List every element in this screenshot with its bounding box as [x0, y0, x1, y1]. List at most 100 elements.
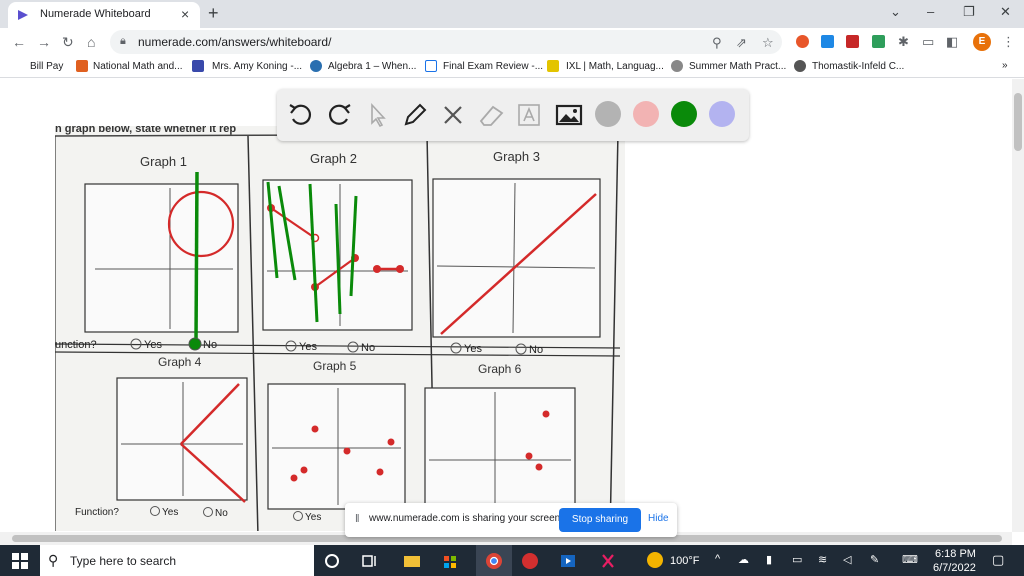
task-view-icon[interactable] [360, 551, 380, 571]
snipping-tool-icon[interactable] [598, 551, 618, 571]
forward-icon[interactable]: → [37, 34, 51, 50]
weather-sun-icon[interactable] [647, 552, 663, 568]
profile-avatar[interactable]: E [973, 33, 991, 51]
color-swatch-green[interactable] [671, 101, 697, 127]
redo-icon[interactable] [323, 99, 355, 131]
wifi-icon[interactable]: ≋ [818, 553, 827, 566]
temperature[interactable]: 100°F [670, 555, 699, 567]
bookmark-item[interactable]: Bill Pay [30, 61, 63, 72]
extension-red-icon[interactable] [796, 35, 809, 48]
minimize-window-icon[interactable]: – [927, 4, 934, 19]
extension-blue-icon[interactable] [821, 35, 834, 48]
vertical-scrollbar[interactable] [1012, 79, 1024, 532]
new-tab-button[interactable]: + [208, 3, 219, 24]
url-text[interactable]: numerade.com/answers/whiteboard/ [138, 35, 331, 49]
battery-icon[interactable]: ▭ [792, 553, 802, 566]
bookmark-item[interactable]: IXL | Math, Languag... [566, 61, 664, 72]
graph-5-yes-label: Yes [305, 512, 321, 523]
graph-5-title: Graph 5 [313, 359, 357, 373]
drag-handle-icon[interactable]: ‖ [355, 513, 360, 525]
graph-4-plot [116, 377, 248, 503]
eraser-icon[interactable] [475, 99, 507, 131]
menu-kebab-icon[interactable]: ⋮ [1002, 34, 1015, 50]
graph-1-plot [84, 171, 239, 342]
stop-sharing-button[interactable]: Stop sharing [559, 508, 641, 532]
bookmark-item[interactable]: Mrs. Amy Koning -... [212, 61, 302, 72]
share-icon[interactable]: ⇗ [736, 35, 747, 51]
pointer-icon[interactable] [361, 99, 393, 131]
onedrive-icon[interactable]: ☁ [738, 553, 749, 566]
notifications-icon[interactable]: ▢ [992, 552, 1004, 568]
worksheet-header: n graph below, state whether it rep [55, 126, 236, 135]
graph-3-plot [432, 178, 601, 338]
taskbar-search[interactable]: ⚲ Type here to search [40, 545, 314, 576]
wordpress-icon [310, 60, 322, 72]
volume-icon[interactable]: ◁ [843, 553, 851, 566]
text-icon[interactable] [513, 99, 545, 131]
file-explorer-icon[interactable] [402, 551, 422, 571]
hide-button[interactable]: Hide [648, 513, 669, 524]
pdf-extension-icon[interactable] [846, 35, 859, 48]
graph-4-no-label: No [215, 508, 228, 519]
windows-taskbar: ⚲ Type here to search 100°F ^ ☁ ▮ ▭ ≋ ◁ … [0, 545, 1024, 576]
more-bookmarks-icon[interactable]: » [1002, 60, 1008, 71]
microsoft-store-icon[interactable] [440, 551, 460, 571]
color-swatch-pink[interactable] [633, 101, 659, 127]
shapes-icon[interactable] [437, 99, 469, 131]
pen-workspace-icon[interactable]: ✎ [870, 553, 879, 566]
worksheet-graphs: n graph below, state whether it rep Grap… [55, 126, 625, 531]
undo-icon[interactable] [285, 99, 317, 131]
acrobat-icon[interactable] [520, 551, 540, 571]
address-bar[interactable]: 🔒︎ numerade.com/answers/whiteboard/ ⚲ ⇗ … [110, 30, 782, 54]
search-placeholder[interactable]: Type here to search [70, 554, 176, 568]
graph-3-no-label: No [529, 344, 543, 356]
bookmark-star-icon[interactable]: ☆ [762, 35, 774, 51]
windows-start-icon[interactable] [10, 551, 30, 571]
scrollbar-thumb[interactable] [1014, 93, 1022, 151]
graph-3-title: Graph 3 [493, 149, 540, 164]
bookmark-item[interactable]: Summer Math Pract... [689, 61, 786, 72]
show-hidden-icons[interactable]: ^ [715, 553, 720, 565]
side-panel-icon[interactable]: ◧ [946, 34, 958, 50]
video-app-icon[interactable] [558, 551, 578, 571]
lock-icon[interactable]: 🔒︎ [120, 35, 126, 48]
search-icon: ⚲ [48, 552, 59, 568]
page-icon [192, 60, 204, 72]
chrome-taskbar-active[interactable] [476, 545, 512, 576]
color-swatch-gray[interactable] [595, 101, 621, 127]
graph-1-title: Graph 1 [140, 154, 187, 169]
extensions-puzzle-icon[interactable]: ✱ [898, 34, 909, 50]
cast-icon[interactable]: ▭ [922, 34, 934, 50]
bookmark-item[interactable]: Final Exam Review -... [443, 61, 543, 72]
pen-icon[interactable] [399, 99, 431, 131]
doc-icon [425, 60, 437, 72]
cortana-icon[interactable] [322, 551, 342, 571]
browser-toolbar: ← → ↻ ⌂ 🔒︎ numerade.com/answers/whiteboa… [0, 28, 1024, 56]
restore-window-icon[interactable]: ❐ [963, 4, 975, 20]
graph-5-plot [267, 383, 406, 510]
graph-2-plot [262, 179, 413, 331]
function-question-label: unction? [55, 339, 97, 351]
zoom-icon[interactable]: ⚲ [712, 35, 722, 51]
graph-1-no-label: No [203, 339, 217, 351]
image-icon[interactable] [553, 99, 585, 131]
home-icon[interactable]: ⌂ [87, 34, 95, 50]
whiteboard-canvas[interactable]: n graph below, state whether it rep Grap… [0, 79, 1012, 531]
close-tab-icon[interactable]: × [181, 6, 189, 22]
keyboard-icon[interactable]: ⌨ [902, 553, 918, 566]
clock-time[interactable]: 6:18 PM [935, 548, 976, 560]
browser-tab[interactable]: Numerade Whiteboard × [8, 2, 200, 28]
tab-search-chevron-icon[interactable]: ⌄ [890, 4, 901, 20]
extension-green-icon[interactable] [872, 35, 885, 48]
color-swatch-lavender[interactable] [709, 101, 735, 127]
numerade-favicon-icon [18, 10, 28, 20]
bookmark-item[interactable]: Thomastik-Infeld C... [812, 61, 904, 72]
usb-icon[interactable]: ▮ [766, 553, 772, 566]
bookmark-item[interactable]: Algebra 1 – When... [328, 61, 416, 72]
bookmark-item[interactable]: National Math and... [93, 61, 183, 72]
clock-date[interactable]: 6/7/2022 [933, 562, 976, 574]
back-icon[interactable]: ← [12, 34, 26, 50]
close-window-icon[interactable]: ✕ [1000, 4, 1011, 20]
graph-4-yes-label: Yes [162, 507, 178, 518]
reload-icon[interactable]: ↻ [62, 34, 74, 51]
